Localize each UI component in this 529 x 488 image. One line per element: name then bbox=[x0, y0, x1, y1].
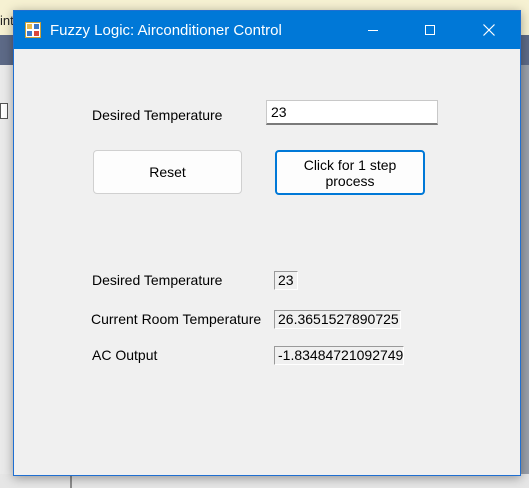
background-app-footer bbox=[0, 474, 529, 488]
background-app-control bbox=[0, 103, 8, 119]
ac-output-label: AC Output bbox=[92, 347, 158, 363]
maximize-button[interactable] bbox=[407, 11, 453, 49]
title-bar[interactable]: Fuzzy Logic: Airconditioner Control bbox=[14, 11, 520, 49]
desired-temperature-label: Desired Temperature bbox=[92, 107, 223, 123]
close-icon bbox=[483, 24, 495, 36]
desired-temperature-input[interactable] bbox=[266, 100, 438, 125]
background-app-text: int bbox=[0, 13, 14, 28]
current-room-temperature-label: Current Room Temperature bbox=[91, 311, 262, 327]
ac-output-value: -1.83484721092749 bbox=[274, 346, 404, 365]
close-button[interactable] bbox=[466, 11, 512, 49]
maximize-icon bbox=[425, 25, 435, 35]
minimize-button[interactable] bbox=[350, 11, 396, 49]
window-title: Fuzzy Logic: Airconditioner Control bbox=[50, 22, 282, 39]
reset-button[interactable]: Reset bbox=[93, 150, 242, 194]
minimize-icon bbox=[368, 30, 378, 31]
output-desired-temperature-label: Desired Temperature bbox=[92, 272, 223, 288]
output-desired-temperature-value: 23 bbox=[274, 271, 298, 290]
current-room-temperature-value: 26.3651527890725 bbox=[274, 310, 401, 329]
one-step-process-button[interactable]: Click for 1 step process bbox=[275, 150, 425, 195]
app-window: Fuzzy Logic: Airconditioner Control Desi… bbox=[13, 10, 521, 476]
background-app-divider bbox=[70, 474, 72, 488]
app-icon bbox=[25, 22, 41, 38]
